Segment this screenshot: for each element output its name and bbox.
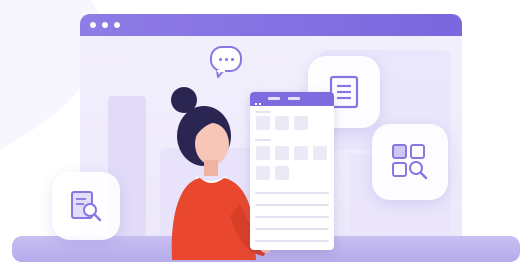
text-line (255, 240, 329, 242)
thumbnail (313, 146, 327, 160)
text-line (255, 111, 271, 113)
thumbnail (294, 146, 308, 160)
window-dot (102, 22, 108, 28)
grid-search-tile (372, 124, 448, 200)
bubble-dot (225, 58, 228, 61)
thumbnail (256, 166, 270, 180)
window-dot (90, 22, 96, 28)
text-line (255, 216, 329, 218)
document-preview (250, 92, 334, 250)
thumbnail (275, 146, 289, 160)
window-dot (114, 22, 120, 28)
chat-bubble-icon (210, 46, 242, 72)
document-tab (288, 97, 300, 100)
text-line (255, 139, 271, 141)
thumbnail (275, 116, 289, 130)
bubble-dot (219, 58, 222, 61)
menu-icon (255, 96, 261, 109)
document-search-tile (52, 172, 120, 240)
thumbnail (256, 116, 270, 130)
document-tab (268, 97, 280, 100)
illustration (0, 0, 528, 272)
text-line (255, 228, 329, 230)
document-header (250, 92, 334, 109)
thumbnail (256, 146, 270, 160)
document-search-icon (71, 191, 102, 222)
bubble-tail (216, 70, 225, 78)
text-line (255, 192, 329, 194)
thumbnail (275, 166, 289, 180)
thumbnail (294, 116, 308, 130)
grid-search-icon (392, 144, 428, 180)
bubble-dot (231, 58, 234, 61)
window-titlebar (80, 14, 462, 36)
text-line (255, 204, 329, 206)
